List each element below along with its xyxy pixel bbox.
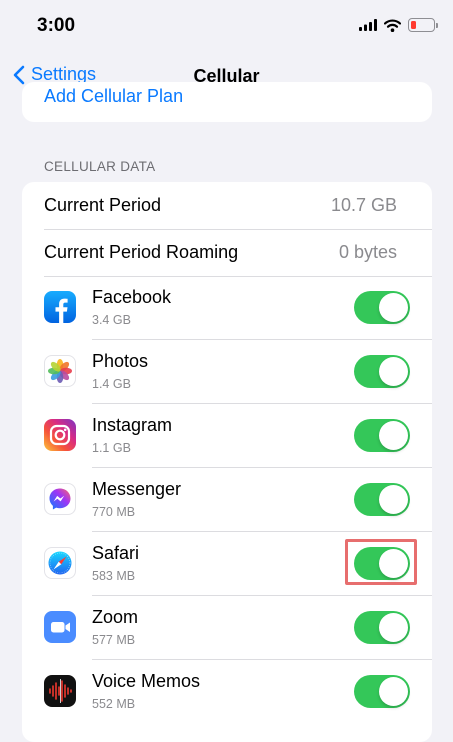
instagram-icon — [44, 419, 76, 451]
wifi-icon — [384, 18, 401, 32]
row-label: Current Period — [44, 195, 162, 215]
add-cellular-plan-link[interactable]: Add Cellular Plan — [44, 86, 183, 107]
app-usage: 552 MB — [92, 697, 136, 711]
app-row-safari: Safari 583 MB — [22, 532, 432, 595]
toggle-knob — [379, 613, 408, 642]
app-row-photos: Photos 1.4 GB — [22, 340, 432, 403]
safari-toggle[interactable] — [354, 547, 410, 580]
messenger-toggle[interactable] — [354, 483, 410, 516]
app-usage: 3.4 GB — [92, 313, 131, 327]
app-name: Zoom — [92, 607, 139, 627]
facebook-icon — [44, 291, 76, 323]
app-name: Messenger — [92, 479, 182, 499]
voice-memos-icon — [44, 675, 76, 707]
app-usage: 1.4 GB — [92, 377, 131, 391]
safari-icon — [44, 547, 76, 579]
current-period-roaming-row[interactable]: Current Period Roaming 0 bytes — [22, 229, 432, 276]
app-usage: 583 MB — [92, 569, 136, 583]
toggle-knob — [379, 549, 408, 578]
battery-icon — [408, 18, 438, 32]
app-name: Photos — [92, 351, 149, 371]
toggle-knob — [379, 421, 408, 450]
photos-icon — [44, 355, 76, 387]
zoom-toggle[interactable] — [354, 611, 410, 644]
current-period-row: Current Period 10.7 GB — [22, 182, 432, 229]
messenger-icon — [44, 483, 76, 515]
app-row-zoom: Zoom 577 MB — [22, 596, 432, 659]
row-value: 0 bytes — [338, 242, 397, 262]
cellular-data-card: Current Period 10.7 GB Current Period Ro… — [22, 182, 432, 742]
facebook-toggle[interactable] — [354, 291, 410, 324]
app-usage: 1.1 GB — [92, 441, 131, 455]
toggle-knob — [379, 677, 408, 706]
zoom-icon — [44, 611, 76, 643]
toggle-knob — [379, 293, 408, 322]
app-row-instagram: Instagram 1.1 GB — [22, 404, 432, 467]
app-name: Safari — [92, 543, 140, 563]
section-header: CELLULAR DATA — [44, 159, 156, 174]
app-row-voice-memos: Voice Memos 552 MB — [22, 660, 432, 723]
app-name: Instagram — [92, 415, 173, 435]
status-bar: 3:00 — [0, 0, 453, 54]
app-usage: 577 MB — [92, 633, 136, 647]
app-name: Voice Memos — [92, 671, 201, 691]
status-icons — [359, 18, 438, 32]
voice-memos-toggle[interactable] — [354, 675, 410, 708]
top-card: Add Cellular Plan — [22, 82, 432, 122]
battery-tip — [436, 23, 438, 28]
app-row-messenger: Messenger 770 MB — [22, 468, 432, 531]
instagram-toggle[interactable] — [354, 419, 410, 452]
row-value: 10.7 GB — [330, 195, 397, 215]
battery-level — [411, 21, 416, 29]
cellular-signal-icon — [359, 19, 377, 31]
toggle-knob — [379, 357, 408, 386]
status-time: 3:00 — [37, 15, 76, 36]
photos-toggle[interactable] — [354, 355, 410, 388]
toggle-knob — [379, 485, 408, 514]
app-row-facebook: Facebook 3.4 GB — [22, 276, 432, 339]
app-name: Facebook — [92, 287, 172, 307]
app-usage: 770 MB — [92, 505, 136, 519]
row-label: Current Period Roaming — [44, 242, 239, 262]
